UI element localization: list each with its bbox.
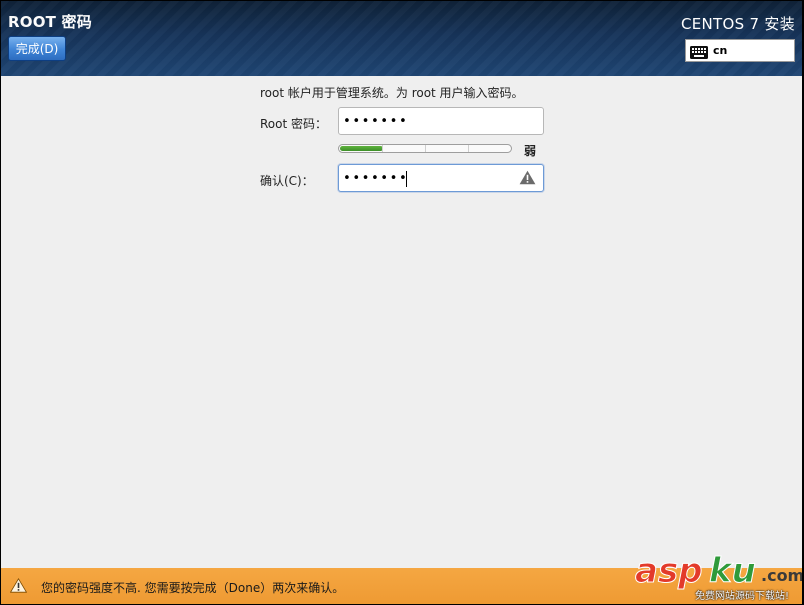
strength-segment-divider	[468, 145, 469, 152]
text-cursor	[406, 171, 407, 187]
status-warning-message: 您的密码强度不高. 您需要按完成（Done）两次来确认。	[41, 581, 345, 595]
keyboard-layout-indicator[interactable]: cn	[685, 39, 795, 62]
root-password-value: •••••••	[343, 114, 409, 129]
root-password-input[interactable]: •••••••	[338, 107, 544, 135]
password-strength-fill	[340, 146, 383, 151]
keyboard-icon	[690, 44, 708, 63]
strength-segment-divider	[382, 145, 383, 152]
warning-icon	[519, 170, 536, 189]
product-title: CENTOS 7 安装	[680, 15, 795, 33]
done-button[interactable]: 完成(D)	[8, 36, 66, 61]
installer-window: ROOT 密码 完成(D) CENTOS 7 安装 cn root 帐户用于管理…	[1, 1, 802, 604]
confirm-password-input[interactable]: •••••••	[338, 164, 544, 192]
watermark-brand-c: .com	[761, 566, 802, 585]
header-bar: ROOT 密码 完成(D) CENTOS 7 安装 cn	[1, 1, 802, 76]
watermark-logo: asp ku .com 免费网站源码下载站!	[635, 549, 802, 603]
confirm-password-label: 确认(C)：	[260, 174, 314, 188]
watermark-brand-a: asp	[635, 551, 704, 592]
root-password-label: Root 密码：	[260, 117, 328, 131]
page-title: ROOT 密码	[8, 13, 92, 31]
warning-icon	[9, 578, 28, 597]
strength-segment-divider	[425, 145, 426, 152]
keyboard-layout-label: cn	[713, 44, 728, 57]
watermark-subtitle: 免费网站源码下载站!	[695, 591, 790, 602]
form-description: root 帐户用于管理系统。为 root 用户输入密码。	[260, 86, 524, 100]
password-strength-meter	[338, 144, 512, 153]
confirm-password-value: •••••••	[343, 171, 409, 186]
password-strength-label: 弱	[524, 144, 537, 158]
watermark-brand-b: ku	[709, 551, 757, 592]
